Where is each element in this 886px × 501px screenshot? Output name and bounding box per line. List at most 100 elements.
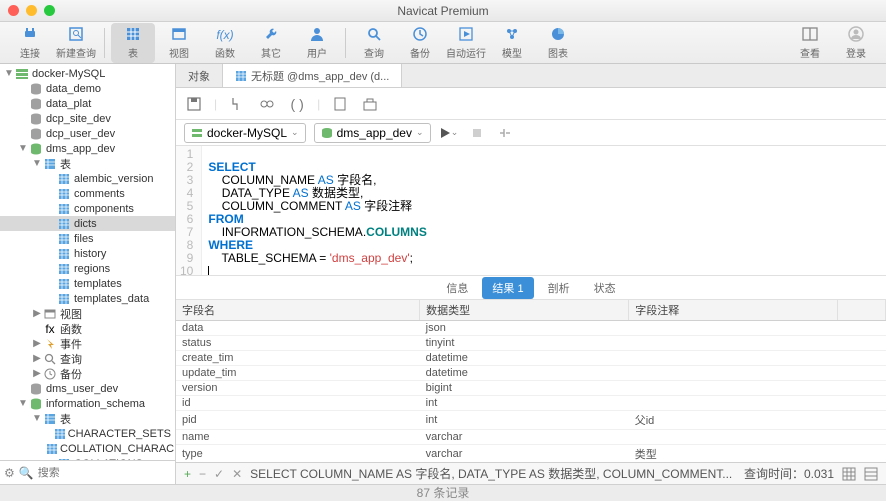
tb-chart[interactable]: 图表 <box>536 23 580 63</box>
disclosure-icon[interactable]: ▶ <box>32 368 42 379</box>
column-header[interactable]: 数据类型 <box>420 300 629 321</box>
result-tab[interactable]: 状态 <box>584 277 626 299</box>
tree-node[interactable]: data_demo <box>0 81 175 96</box>
settings-icon[interactable]: ⚙ <box>4 466 15 480</box>
tb-view[interactable]: 视图 <box>157 23 201 63</box>
table-row[interactable]: pidint父id <box>176 411 886 430</box>
tb-table[interactable]: 表 <box>111 23 155 63</box>
form-view-icon[interactable] <box>864 467 878 481</box>
tree-node[interactable]: ▼表 <box>0 411 175 426</box>
search-input[interactable] <box>38 467 180 479</box>
disclosure-icon[interactable]: ▼ <box>32 158 42 169</box>
tree-node[interactable]: comments <box>0 186 175 201</box>
disclosure-icon[interactable]: ▶ <box>32 338 42 349</box>
tb-new-query[interactable]: 新建查询 <box>54 23 98 63</box>
table-row[interactable]: namevarchar <box>176 430 886 445</box>
tree-node[interactable]: ▼information_schema <box>0 396 175 411</box>
window-controls <box>8 5 55 16</box>
tb-backup[interactable]: 备份 <box>398 23 442 63</box>
run-button[interactable]: ⌄ <box>439 123 459 143</box>
result-grid[interactable]: 字段名数据类型字段注释datajsonstatustinyintcreate_t… <box>176 300 886 462</box>
tree-node[interactable]: templates_data <box>0 291 175 306</box>
tree-node[interactable]: data_plat <box>0 96 175 111</box>
tb-login[interactable]: 登录 <box>834 23 878 63</box>
editor-toolbar: | ( ) | <box>176 88 886 120</box>
disclosure-icon[interactable]: ▼ <box>32 413 42 424</box>
explain-button[interactable] <box>495 123 515 143</box>
cancel-icon[interactable]: ✕ <box>232 467 242 481</box>
stop-button[interactable] <box>467 123 487 143</box>
result-tab[interactable]: 剖析 <box>538 277 580 299</box>
tree-node[interactable]: alembic_version <box>0 171 175 186</box>
tree-node[interactable]: COLLATION_CHARAC... <box>0 441 175 456</box>
del-row-icon[interactable]: − <box>199 467 206 481</box>
tb-query2[interactable]: 查询 <box>352 23 396 63</box>
tree-node[interactable]: templates <box>0 276 175 291</box>
format-icon[interactable] <box>227 94 247 114</box>
minimize-button[interactable] <box>26 5 37 16</box>
disclosure-icon[interactable]: ▼ <box>18 143 28 154</box>
status-bar: + − ✓ ✕ SELECT COLUMN_NAME AS 字段名, DATA_… <box>176 462 886 484</box>
tree-node[interactable]: ▼dms_app_dev <box>0 141 175 156</box>
footer: 87 条记录 <box>0 484 886 500</box>
tb-auto[interactable]: 自动运行 <box>444 23 488 63</box>
table-row[interactable]: statustinyint <box>176 336 886 351</box>
content-tab[interactable]: 对象 <box>176 64 223 87</box>
add-row-icon[interactable]: + <box>184 467 191 481</box>
database-combo[interactable]: dms_app_dev⌄ <box>314 123 431 143</box>
close-button[interactable] <box>8 5 19 16</box>
tb-other[interactable]: 其它 <box>249 23 293 63</box>
disclosure-icon[interactable]: ▶ <box>32 308 42 319</box>
export-icon[interactable] <box>360 94 380 114</box>
cut-icon[interactable] <box>330 94 350 114</box>
table-row[interactable]: idint <box>176 396 886 411</box>
tb-view-mode[interactable]: 查看 <box>788 23 832 63</box>
grid-view-icon[interactable] <box>842 467 856 481</box>
save-icon[interactable] <box>184 94 204 114</box>
table-row[interactable]: versionbigint <box>176 381 886 396</box>
result-tab[interactable]: 信息 <box>436 277 478 299</box>
sql-editor[interactable]: 12345678910 SELECT COLUMN_NAME AS 字段名, D… <box>176 146 886 276</box>
table-row[interactable]: typevarchar类型 <box>176 445 886 463</box>
result-tab[interactable]: 结果 1 <box>482 277 533 299</box>
tree-node[interactable]: dcp_site_dev <box>0 111 175 126</box>
tree[interactable]: ▼docker-MySQLdata_demodata_platdcp_site_… <box>0 64 175 460</box>
tree-node[interactable]: CHARACTER_SETS <box>0 426 175 441</box>
db-icon <box>28 113 44 125</box>
tree-node[interactable]: dcp_user_dev <box>0 126 175 141</box>
search-icon <box>42 353 58 365</box>
table-row[interactable]: update_timdatetime <box>176 366 886 381</box>
tb-connect[interactable]: 连接 <box>8 23 52 63</box>
column-header[interactable]: 字段名 <box>176 300 420 321</box>
tree-node[interactable]: fx函数 <box>0 321 175 336</box>
tb-func[interactable]: f(x)函数 <box>203 23 247 63</box>
tree-node[interactable]: ▶查询 <box>0 351 175 366</box>
disclosure-icon[interactable]: ▼ <box>4 68 14 79</box>
tb-model[interactable]: 模型 <box>490 23 534 63</box>
tb-user[interactable]: 用户 <box>295 23 339 63</box>
commit-icon[interactable]: ✓ <box>214 467 224 481</box>
tree-node[interactable]: ▶事件 <box>0 336 175 351</box>
tree-node[interactable]: dicts <box>0 216 175 231</box>
disclosure-icon[interactable]: ▶ <box>32 353 42 364</box>
content-tab[interactable]: 无标题 @dms_app_dev (d... <box>223 64 402 87</box>
table-row[interactable]: datajson <box>176 321 886 336</box>
explain-icon[interactable] <box>257 94 277 114</box>
connection-combo[interactable]: docker-MySQL⌄ <box>184 123 306 143</box>
tree-node[interactable]: ▼docker-MySQL <box>0 66 175 81</box>
tbl-icon <box>56 233 72 245</box>
tree-node[interactable]: dms_user_dev <box>0 381 175 396</box>
maximize-button[interactable] <box>44 5 55 16</box>
db-open-icon <box>28 143 44 155</box>
tree-node[interactable]: ▶备份 <box>0 366 175 381</box>
tree-node[interactable]: components <box>0 201 175 216</box>
tree-node[interactable]: ▼表 <box>0 156 175 171</box>
disclosure-icon[interactable]: ▼ <box>18 398 28 409</box>
tree-node[interactable]: ▶视图 <box>0 306 175 321</box>
table-row[interactable]: create_timdatetime <box>176 351 886 366</box>
column-header[interactable]: 字段注释 <box>629 300 838 321</box>
tree-node[interactable]: files <box>0 231 175 246</box>
brackets-icon[interactable]: ( ) <box>287 94 307 114</box>
tree-node[interactable]: regions <box>0 261 175 276</box>
tree-node[interactable]: history <box>0 246 175 261</box>
